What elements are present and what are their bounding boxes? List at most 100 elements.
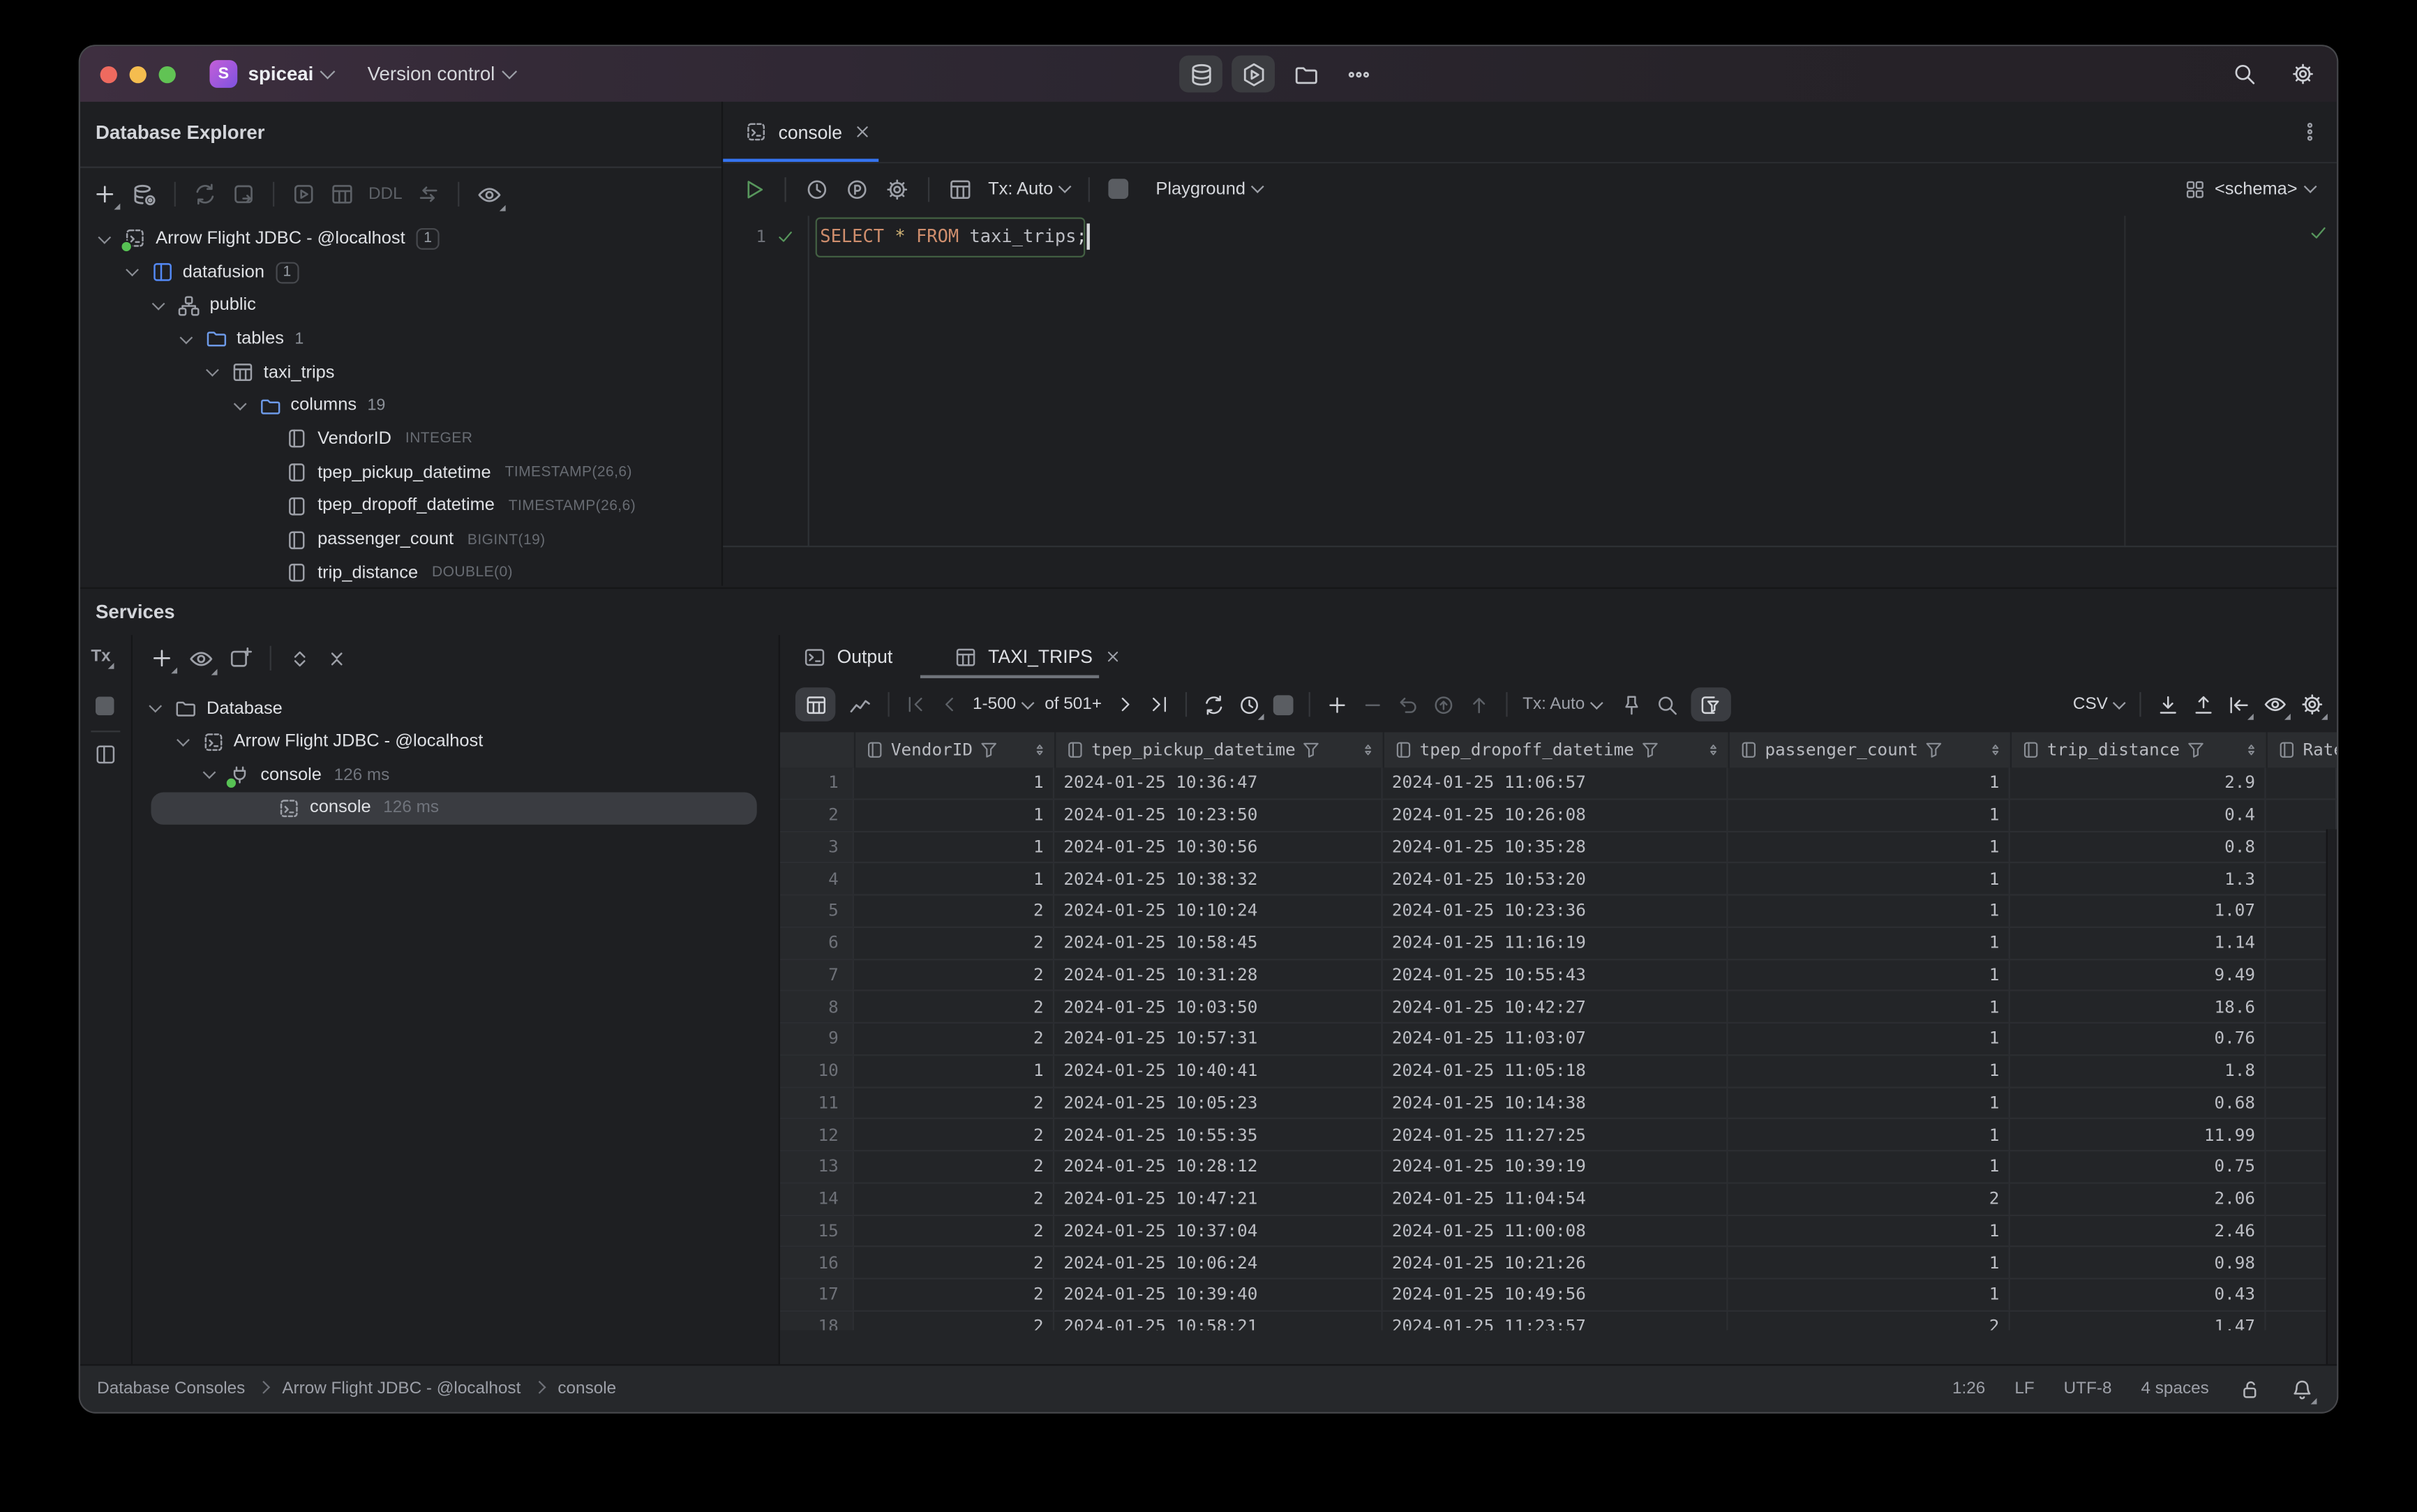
pickup-datetime-cell[interactable]: 2024-01-25 10:23:50 — [1054, 800, 1383, 830]
table-view-button[interactable] — [795, 687, 836, 721]
row-number-cell[interactable]: 10 — [779, 1055, 854, 1086]
project-files-button[interactable] — [1284, 56, 1327, 93]
file-encoding[interactable]: UTF-8 — [2064, 1379, 2112, 1398]
preview-changes-button[interactable] — [1432, 693, 1455, 716]
trip-distance-cell[interactable]: 0.43 — [2010, 1279, 2266, 1310]
run-configuration-button[interactable] — [1232, 55, 1275, 93]
layout-icon[interactable] — [94, 743, 117, 766]
row-number-header[interactable] — [780, 732, 856, 768]
stop-icon[interactable] — [95, 696, 114, 716]
dropoff-datetime-cell[interactable]: 2024-01-25 10:35:28 — [1383, 831, 1728, 862]
chevron-down-icon[interactable] — [98, 230, 111, 243]
tree-item-database[interactable]: datafusion 1 — [80, 255, 721, 289]
dropoff-datetime-cell[interactable]: 2024-01-25 10:26:08 — [1383, 800, 1728, 830]
playground-selector[interactable]: Playground — [1155, 179, 1264, 198]
vendor-id-cell[interactable]: 2 — [854, 1023, 1055, 1054]
history-button[interactable] — [805, 177, 829, 201]
pickup-datetime-cell[interactable]: 2024-01-25 10:39:40 — [1054, 1279, 1383, 1310]
dropoff-datetime-cell[interactable]: 2024-01-25 11:03:07 — [1383, 1023, 1728, 1054]
pickup-datetime-cell[interactable]: 2024-01-25 10:55:35 — [1054, 1119, 1383, 1151]
vendor-id-cell[interactable]: 2 — [854, 1087, 1055, 1118]
tree-item-column[interactable]: trip_distance DOUBLE(0) — [80, 556, 721, 585]
trip-distance-cell[interactable]: 0.76 — [2010, 1023, 2266, 1054]
passenger-count-cell[interactable]: 1 — [1728, 927, 2010, 959]
dropoff-datetime-cell[interactable]: 2024-01-25 10:42:27 — [1383, 991, 1728, 1022]
filter-funnel-icon[interactable] — [1302, 740, 1322, 760]
passenger-count-cell[interactable]: 1 — [1728, 831, 2010, 862]
row-number-cell[interactable]: 15 — [779, 1215, 854, 1246]
tree-item-console-selected[interactable]: console 126 ms — [151, 791, 757, 825]
editor-options-button[interactable] — [2298, 120, 2321, 143]
open-data-button[interactable] — [330, 182, 354, 207]
collapse-all-button[interactable] — [325, 647, 348, 670]
auto-refresh-button[interactable] — [1237, 693, 1264, 719]
vendor-id-cell[interactable]: 2 — [854, 959, 1055, 990]
stop-button[interactable] — [1273, 694, 1293, 714]
find-button[interactable] — [1655, 693, 1678, 716]
trip-distance-cell[interactable]: 1.47 — [2010, 1311, 2266, 1331]
vendor-id-cell[interactable]: 1 — [854, 768, 1055, 798]
dropoff-datetime-cell[interactable]: 2024-01-25 10:39:19 — [1383, 1151, 1728, 1182]
inspections-ok-icon[interactable] — [2307, 222, 2329, 244]
breadcrumb-item[interactable]: Database Consoles — [97, 1379, 245, 1398]
notifications-button[interactable] — [2291, 1377, 2317, 1404]
rate-cell[interactable] — [2266, 800, 2337, 830]
trip-distance-cell[interactable]: 1.8 — [2010, 1055, 2266, 1086]
dropoff-datetime-cell[interactable]: 2024-01-25 11:06:57 — [1383, 768, 1728, 798]
passenger-count-cell[interactable]: 1 — [1728, 991, 2010, 1022]
trip-distance-cell[interactable]: 1.07 — [2010, 895, 2266, 927]
passenger-count-cell[interactable]: 1 — [1728, 959, 2010, 990]
data-view-options-button[interactable] — [2263, 692, 2291, 720]
row-number-cell[interactable]: 7 — [779, 959, 854, 990]
tree-item-column[interactable]: tpep_pickup_datetime TIMESTAMP(26,6) — [80, 456, 721, 490]
chart-view-button[interactable] — [848, 692, 872, 717]
row-number-cell[interactable]: 18 — [779, 1311, 854, 1331]
indent-setting[interactable]: 4 spaces — [2141, 1379, 2209, 1398]
close-icon[interactable] — [1103, 648, 1122, 666]
expand-all-button[interactable] — [288, 647, 311, 670]
passenger-count-cell[interactable]: 1 — [1728, 1087, 2010, 1118]
dropoff-datetime-cell[interactable]: 2024-01-25 11:00:08 — [1383, 1215, 1728, 1246]
passenger-count-cell[interactable]: 1 — [1728, 1247, 2010, 1278]
trip-distance-cell[interactable]: 18.6 — [2010, 991, 2266, 1022]
dropoff-datetime-cell[interactable]: 2024-01-25 10:23:36 — [1383, 895, 1728, 927]
column-header[interactable]: tpep_dropoff_datetime — [1384, 732, 1730, 768]
vendor-id-cell[interactable]: 2 — [854, 1247, 1055, 1278]
vendor-id-cell[interactable]: 2 — [854, 1215, 1055, 1246]
passenger-count-cell[interactable]: 1 — [1728, 1055, 2010, 1086]
grid-settings-button[interactable] — [2300, 692, 2328, 720]
search-everywhere-button[interactable] — [2232, 61, 2257, 86]
tab-taxi-trips[interactable]: TAXI_TRIPS — [937, 635, 1139, 678]
pickup-datetime-cell[interactable]: 2024-01-25 10:40:41 — [1054, 1055, 1383, 1086]
open-in-new-button[interactable] — [228, 646, 253, 671]
view-options-button[interactable] — [477, 181, 506, 211]
row-number-cell[interactable]: 13 — [779, 1151, 854, 1182]
pickup-datetime-cell[interactable]: 2024-01-25 10:37:04 — [1054, 1215, 1383, 1246]
caret-position[interactable]: 1:26 — [1952, 1379, 1985, 1398]
vendor-id-cell[interactable]: 2 — [854, 1183, 1055, 1214]
pickup-datetime-cell[interactable]: 2024-01-25 10:58:21 — [1054, 1311, 1383, 1331]
vendor-id-cell[interactable]: 2 — [854, 991, 1055, 1022]
sort-icon[interactable] — [1360, 742, 1377, 758]
add-datasource-button[interactable] — [93, 182, 121, 210]
import-data-button[interactable] — [2192, 693, 2215, 716]
results-view-button[interactable] — [948, 177, 973, 201]
datasource-properties-button[interactable] — [131, 181, 158, 208]
next-page-button[interactable] — [1114, 694, 1136, 715]
vendor-id-cell[interactable]: 2 — [854, 927, 1055, 959]
passenger-count-cell[interactable]: 2 — [1728, 1183, 2010, 1214]
vendor-id-cell[interactable]: 1 — [854, 863, 1055, 895]
row-number-cell[interactable]: 16 — [779, 1247, 854, 1278]
more-actions-button[interactable] — [1336, 56, 1379, 93]
sql-code-line[interactable]: SELECT * FROM taxi_trips ; — [820, 216, 1087, 255]
trip-distance-cell[interactable]: 0.8 — [2010, 831, 2266, 862]
pickup-datetime-cell[interactable]: 2024-01-25 10:58:45 — [1054, 927, 1383, 959]
passenger-count-cell[interactable]: 1 — [1728, 1215, 2010, 1246]
vendor-id-cell[interactable]: 1 — [854, 800, 1055, 830]
filter-funnel-icon[interactable] — [979, 740, 999, 760]
ddl-button[interactable]: DDL — [368, 185, 403, 204]
pickup-datetime-cell[interactable]: 2024-01-25 10:47:21 — [1054, 1183, 1383, 1214]
column-header[interactable]: tpep_pickup_datetime — [1056, 732, 1384, 768]
chevron-down-icon[interactable] — [179, 330, 192, 343]
database-tool-button[interactable] — [1179, 55, 1222, 93]
